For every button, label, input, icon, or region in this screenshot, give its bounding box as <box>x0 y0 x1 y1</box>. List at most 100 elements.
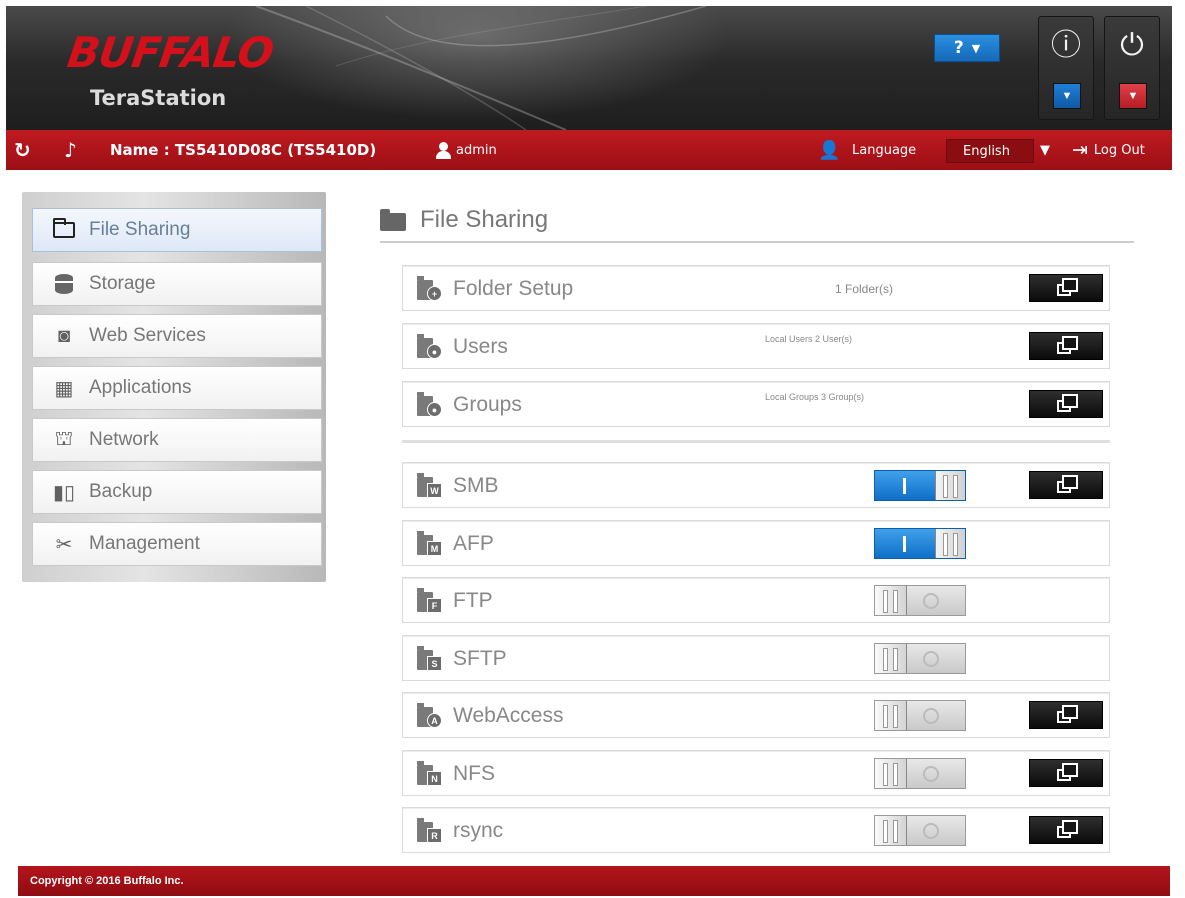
ftp-icon: F <box>417 588 443 614</box>
top-info-bar: ↻ ♪ Name : TS5410D08C (TS5410D) admin 👤 … <box>6 130 1172 170</box>
sidebar-item-label: Backup <box>89 481 153 502</box>
buffalo-logo: BUFFALO <box>64 28 277 77</box>
rsync-open-button[interactable] <box>1029 816 1103 844</box>
row-webaccess: A WebAccess <box>402 692 1110 738</box>
sidebar-item-storage[interactable]: Storage <box>32 262 322 306</box>
page-title: File Sharing <box>420 206 549 233</box>
row-label: Users <box>453 335 508 358</box>
sidebar-item-label: File Sharing <box>89 219 191 240</box>
row-afp: M AFP <box>402 520 1110 566</box>
sidebar-item-applications[interactable]: ▦ Applications <box>32 366 322 410</box>
row-label: Groups <box>453 393 522 416</box>
copyright-text: Copyright © 2016 Buffalo Inc. <box>30 875 184 887</box>
webaccess-open-button[interactable] <box>1029 701 1103 729</box>
sidebar: File Sharing Storage ◙ Web Services ▦ Ap… <box>22 192 326 582</box>
sidebar-item-label: Applications <box>89 377 192 398</box>
logout-icon: ⇥ <box>1072 139 1088 161</box>
users-open-button[interactable] <box>1029 332 1103 360</box>
webaccess-toggle[interactable] <box>874 700 966 731</box>
sidebar-item-network[interactable]: ⛫ Network <box>32 418 322 462</box>
row-ftp: F FTP <box>402 577 1110 623</box>
row-smb: W SMB <box>402 462 1110 508</box>
folder-icon <box>380 209 406 231</box>
language-select[interactable]: English <box>946 139 1034 163</box>
row-label: NFS <box>453 762 495 785</box>
folder-setup-open-button[interactable] <box>1029 274 1103 302</box>
open-window-icon <box>1057 278 1078 296</box>
sidebar-item-backup[interactable]: ▮▯ Backup <box>32 470 322 514</box>
power-dropdown-button[interactable]: ▼ <box>1119 83 1147 109</box>
folder-count: 1 Folder(s) <box>835 282 894 296</box>
help-button[interactable]: ? ▼ <box>934 34 1000 62</box>
groups-open-button[interactable] <box>1029 390 1103 418</box>
web-services-icon: ◙ <box>57 324 71 347</box>
power-panel: ⏻ ▼ <box>1104 16 1160 120</box>
ftp-toggle[interactable] <box>874 585 966 616</box>
power-icon[interactable]: ⏻ <box>1105 29 1159 63</box>
row-nfs: N NFS <box>402 750 1110 796</box>
language-icon: 👤 <box>818 139 841 161</box>
smb-open-button[interactable] <box>1029 471 1103 499</box>
backup-icon: ▮▯ <box>53 481 76 504</box>
open-window-icon <box>1057 705 1078 723</box>
info-panel: ⓘ ▼ <box>1038 16 1094 120</box>
language-caret-icon[interactable]: ▼ <box>1040 130 1050 170</box>
group-count: Local Groups 3 Group(s) <box>765 392 865 402</box>
help-label: ? <box>953 38 964 58</box>
row-label: Folder Setup <box>453 277 574 300</box>
applications-icon: ▦ <box>54 377 74 400</box>
logout-button[interactable]: ⇥ Log Out <box>1072 130 1145 170</box>
user-icon <box>434 141 452 159</box>
sidebar-item-label: Web Services <box>89 325 206 346</box>
row-label: SMB <box>453 474 499 497</box>
smb-toggle[interactable] <box>874 470 966 501</box>
device-name: Name : TS5410D08C (TS5410D) <box>110 141 377 159</box>
info-icon[interactable]: ⓘ <box>1039 29 1093 63</box>
nfs-toggle[interactable] <box>874 758 966 789</box>
caret-down-icon: ▼ <box>971 41 981 55</box>
refresh-icon[interactable]: ↻ <box>14 130 31 170</box>
database-icon <box>53 273 75 295</box>
language-label: Language <box>852 142 917 158</box>
nfs-open-button[interactable] <box>1029 759 1103 787</box>
network-icon: ⛫ <box>54 427 74 450</box>
sftp-icon: S <box>417 646 443 672</box>
user-count: Local Users 2 User(s) <box>765 334 853 344</box>
folder-setup-icon: + <box>417 276 443 302</box>
row-label: AFP <box>453 532 494 555</box>
music-note-icon[interactable]: ♪ <box>64 130 77 170</box>
product-name: TeraStation <box>90 86 227 110</box>
folder-icon <box>52 218 75 241</box>
row-rsync: R rsync <box>402 807 1110 853</box>
sidebar-item-label: Management <box>89 533 200 554</box>
sidebar-item-label: Storage <box>89 273 156 294</box>
rsync-toggle[interactable] <box>874 815 966 846</box>
sidebar-item-management[interactable]: ✂ Management <box>32 522 322 566</box>
username: admin <box>456 142 497 158</box>
row-users: ● Users Local Users 2 User(s) <box>402 323 1110 369</box>
afp-toggle[interactable] <box>874 528 966 559</box>
smb-icon: W <box>417 473 443 499</box>
logout-label: Log Out <box>1093 142 1145 158</box>
row-label: SFTP <box>453 647 507 670</box>
sftp-toggle[interactable] <box>874 643 966 674</box>
open-window-icon <box>1057 394 1078 412</box>
row-groups: ● Groups Local Groups 3 Group(s) <box>402 381 1110 427</box>
open-window-icon <box>1057 820 1078 838</box>
row-label: rsync <box>453 819 504 842</box>
row-sftp: S SFTP <box>402 635 1110 681</box>
groups-icon: ● <box>417 392 443 418</box>
webaccess-icon: A <box>417 703 443 729</box>
app-header: BUFFALO TeraStation ? ▼ ⓘ ▼ ⏻ ▼ <box>6 6 1172 130</box>
row-label: FTP <box>453 589 493 612</box>
tools-icon: ✂ <box>55 533 73 556</box>
open-window-icon <box>1057 763 1078 781</box>
afp-icon: M <box>417 531 443 557</box>
section-divider <box>402 440 1110 443</box>
row-folder-setup: + Folder Setup 1 Folder(s) <box>402 265 1110 311</box>
rsync-icon: R <box>417 818 443 844</box>
info-dropdown-button[interactable]: ▼ <box>1053 83 1081 109</box>
nfs-icon: N <box>417 761 443 787</box>
sidebar-item-file-sharing[interactable]: File Sharing <box>32 208 322 252</box>
sidebar-item-web-services[interactable]: ◙ Web Services <box>32 314 322 358</box>
